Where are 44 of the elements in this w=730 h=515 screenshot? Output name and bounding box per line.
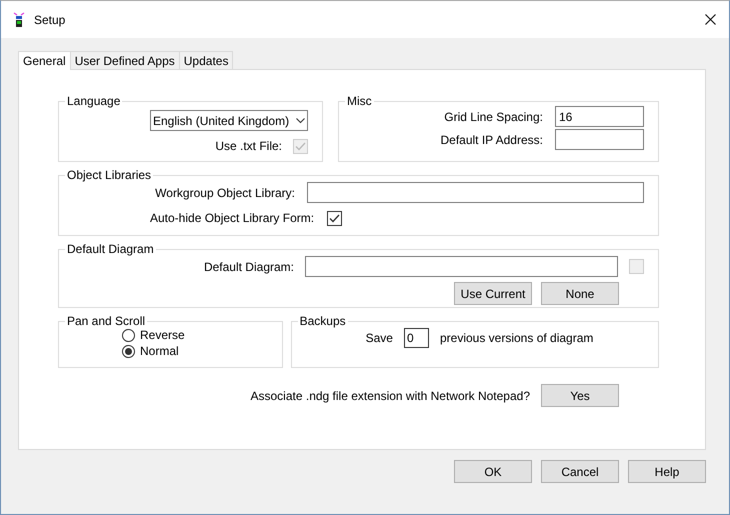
tab[interactable]: General [18,51,71,70]
group-title: Misc [346,93,373,110]
dialog-button[interactable]: OK [454,460,532,483]
window-title: Setup [34,12,66,28]
radio-label: Reverse [140,327,185,344]
checkbox[interactable] [327,210,342,226]
group-title: Default Diagram [66,241,155,258]
tab[interactable]: User Defined Apps [70,51,180,69]
radio-label: Normal [140,343,179,360]
number-field[interactable]: 0 [404,328,429,348]
use-txt-label: Use .txt File: [215,138,282,155]
field-label: Auto-hide Object Library Form: [150,210,314,227]
checkmark-icon [295,142,306,150]
group-title: Backups [298,313,347,330]
text-field[interactable] [305,256,618,277]
dialog-button[interactable]: Help [628,460,706,483]
field-label: Grid Line Spacing: [444,108,543,126]
dialog-button[interactable]: None [541,282,619,305]
group-title: Pan and Scroll [66,313,146,330]
text-field[interactable] [555,129,644,150]
dialog-button[interactable]: Yes [541,384,619,407]
app-icon [13,12,25,28]
group-title: Object Libraries [66,167,152,184]
field-label: Default Diagram: [204,258,294,276]
chevron-down-icon [296,118,305,124]
dialog-button[interactable]: Use Current [454,282,532,305]
text-field[interactable] [307,182,644,203]
radio-button[interactable] [122,344,135,358]
dropdown-value: English (United Kingdom) [153,112,290,130]
tab[interactable]: Updates [178,51,234,69]
dialog-button[interactable]: Cancel [541,460,619,483]
language-dropdown[interactable]: English (United Kingdom) [150,110,308,131]
radio-button[interactable] [122,328,135,342]
close-icon[interactable] [705,14,716,25]
group-title: Language [66,93,122,110]
field-value: 16 [559,108,572,126]
save-label: Save [366,330,393,347]
text-field[interactable]: 16 [555,106,644,127]
field-value: 0 [406,330,414,347]
versions-label: previous versions of diagram [440,330,594,347]
associate-question: Associate .ndg file extension with Network Notepad? [250,388,530,404]
field-label: Default IP Address: [440,132,543,148]
field-label: Workgroup Object Library: [155,184,295,202]
checkmark-icon [329,214,340,222]
